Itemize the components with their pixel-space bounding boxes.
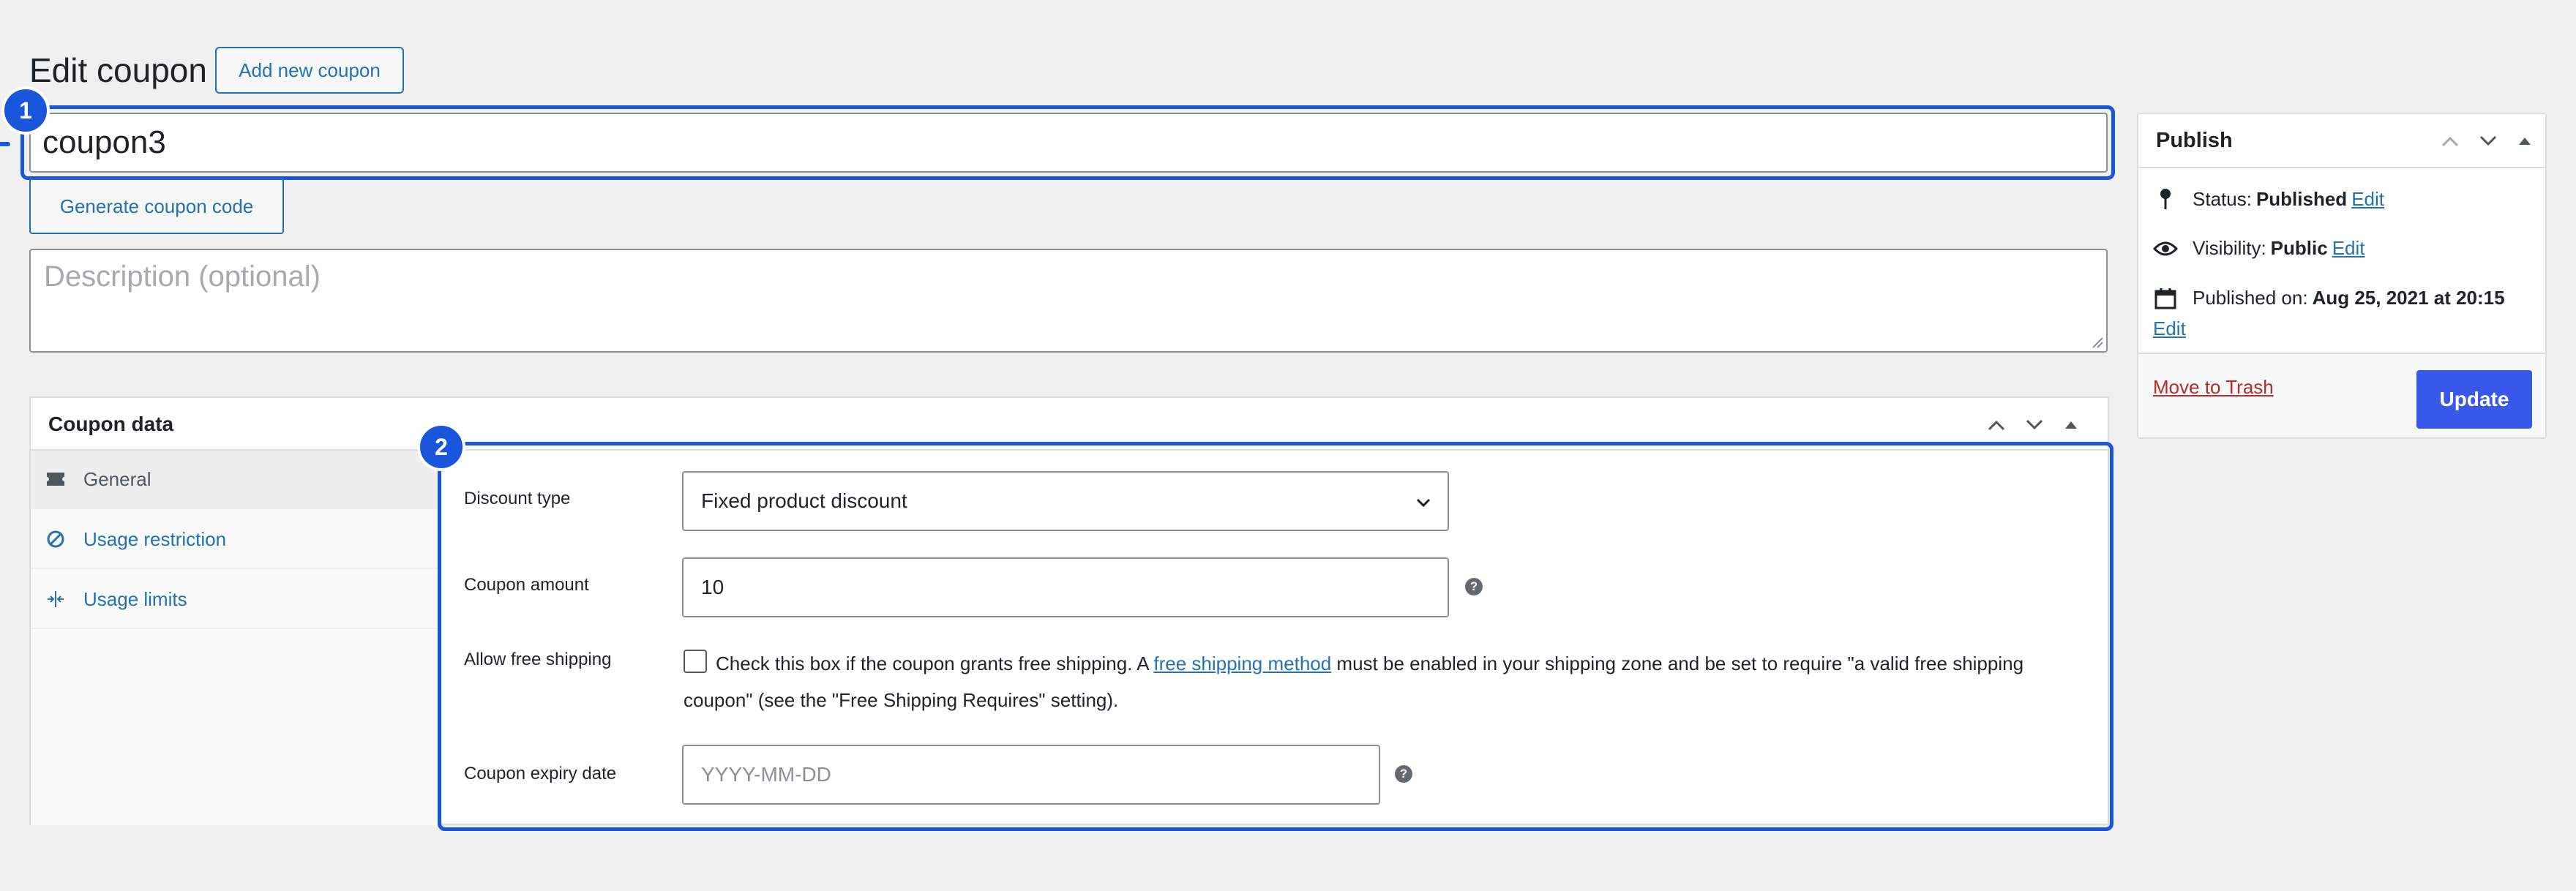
update-button[interactable]: Update [2416, 370, 2532, 429]
calendar-icon [2153, 287, 2178, 309]
publish-box: Publish Status: Published Edit Visibility:… [2137, 113, 2547, 439]
published-on-row: Published on: Aug 25, 2021 at 20:15 [2153, 287, 2509, 309]
coupon-data-title: Coupon data [48, 413, 174, 435]
description-textarea[interactable]: Description (optional) [29, 249, 2108, 353]
limits-icon [45, 589, 66, 609]
collapse-toggle-icon[interactable] [2056, 413, 2086, 437]
expiry-date-input[interactable]: YYYY-MM-DD [682, 745, 1380, 805]
generate-coupon-code-button[interactable]: Generate coupon code [29, 178, 284, 234]
callout-badge-2: 2 [417, 423, 465, 471]
coupon-amount-label: Coupon amount [464, 575, 589, 595]
free-shipping-description: Check this box if the coupon grants free… [684, 653, 2024, 711]
coupon-data-tabs: General Usage restriction Usage limits [31, 451, 441, 825]
ticket-icon [45, 469, 66, 489]
tab-general[interactable]: General [31, 451, 441, 509]
coupon-code-input[interactable]: coupon3 [29, 113, 2108, 173]
tab-label: Usage restriction [83, 527, 227, 550]
move-down-icon[interactable] [2020, 413, 2049, 437]
publish-header: Publish [2138, 114, 2545, 168]
move-up-icon[interactable] [1982, 413, 2011, 437]
pin-icon [2153, 187, 2178, 211]
page-title: Edit coupon [29, 51, 207, 89]
help-icon[interactable]: ? [1465, 578, 1483, 595]
coupon-amount-input[interactable]: 10 [682, 557, 1449, 617]
move-down-icon[interactable] [2474, 129, 2503, 154]
tab-usage-limits[interactable]: Usage limits [31, 571, 441, 629]
eye-icon [2153, 240, 2178, 257]
tab-label: General [83, 467, 151, 490]
callout-badge-1: 1 [1, 86, 50, 135]
callout-connector [0, 142, 10, 146]
resize-grip-icon[interactable] [2090, 335, 2103, 348]
edit-status-link[interactable]: Edit [2351, 188, 2384, 211]
block-icon [45, 529, 66, 549]
discount-type-label: Discount type [464, 489, 571, 508]
description-placeholder: Description (optional) [44, 260, 321, 293]
move-to-trash-link[interactable]: Move to Trash [2153, 376, 2274, 399]
help-icon[interactable]: ? [1395, 765, 1412, 783]
add-new-coupon-button[interactable]: Add new coupon [215, 47, 404, 94]
status-row: Status: Published Edit [2153, 187, 2384, 211]
collapse-toggle-icon[interactable] [2510, 129, 2539, 154]
discount-type-select[interactable]: Fixed product discount [682, 471, 1449, 531]
tab-usage-restriction[interactable]: Usage restriction [31, 511, 441, 569]
visibility-row: Visibility: Public Edit [2153, 237, 2365, 260]
free-shipping-method-link[interactable]: free shipping method [1153, 653, 1331, 674]
chevron-down-icon [1416, 498, 1431, 508]
edit-date-link[interactable]: Edit [2153, 317, 2186, 340]
edit-visibility-link[interactable]: Edit [2332, 237, 2365, 260]
tab-label: Usage limits [83, 587, 187, 610]
free-shipping-label: Allow free shipping [464, 650, 612, 669]
move-up-icon[interactable] [2435, 129, 2465, 154]
publish-actions: Move to Trash Update [2138, 353, 2545, 437]
publish-title: Publish [2156, 129, 2233, 152]
discount-type-value: Fixed product discount [701, 489, 907, 512]
expiry-date-label: Coupon expiry date [464, 764, 617, 783]
